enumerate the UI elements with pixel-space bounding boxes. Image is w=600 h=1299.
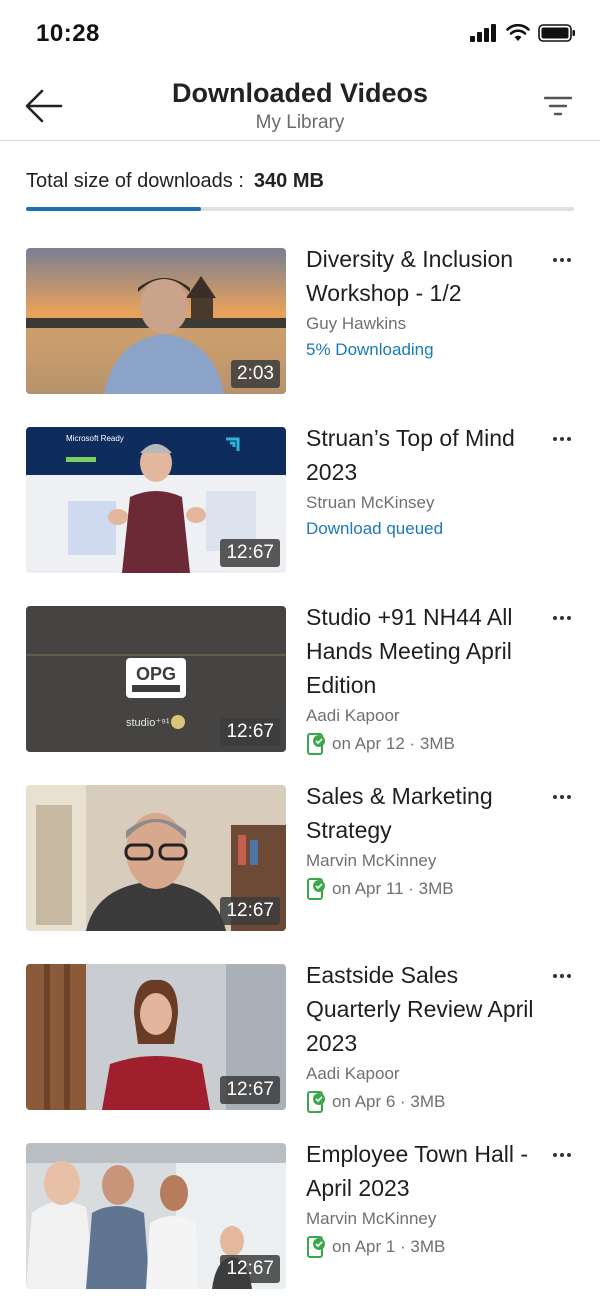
downloaded-device-icon <box>307 878 325 900</box>
download-status: on Apr 1 · 3MB <box>306 1235 546 1259</box>
video-thumbnail[interactable]: 12:67 <box>26 785 286 931</box>
video-duration: 12:67 <box>220 1255 280 1283</box>
thumbnail-studio-text: studio⁺⁹¹ <box>126 717 170 729</box>
more-options-button[interactable] <box>550 248 574 272</box>
video-thumbnail[interactable]: 2:03 <box>26 248 286 394</box>
more-icon <box>552 616 573 620</box>
wifi-icon <box>506 24 530 41</box>
download-status-text: on Apr 12 · 3MB <box>332 734 455 753</box>
video-item[interactable]: 12:67 Employee Town Hall - April 2023 Ma… <box>26 1141 574 1293</box>
video-thumbnail[interactable]: 12:67 <box>26 1143 286 1289</box>
video-duration: 12:67 <box>220 897 280 925</box>
video-duration: 12:67 <box>220 539 280 567</box>
video-duration: 2:03 <box>231 360 280 388</box>
filter-button[interactable] <box>540 88 576 124</box>
video-item[interactable]: 2:03 Diversity & Inclusion Workshop - 1/… <box>26 246 574 398</box>
video-duration: 12:67 <box>220 718 280 746</box>
more-icon <box>552 1153 573 1157</box>
video-author: Marvin McKinney <box>306 851 437 870</box>
video-thumbnail[interactable]: 12:67 <box>26 964 286 1110</box>
video-title[interactable]: Struan’s Top of Mind 2023 <box>306 421 546 489</box>
video-author: Aadi Kapoor <box>306 706 400 725</box>
video-author: Guy Hawkins <box>306 314 407 333</box>
download-status: 5% Downloading <box>306 340 546 360</box>
download-status: Download queued <box>306 519 546 539</box>
video-item[interactable]: 12:67 Eastside Sales Quarterly Review Ap… <box>26 962 574 1114</box>
video-author: Struan McKinsey <box>306 493 435 512</box>
filter-icon <box>544 96 572 116</box>
more-icon <box>552 437 573 441</box>
thumbnail-brand-text: Microsoft Ready <box>66 434 124 443</box>
battery-icon <box>538 24 575 42</box>
thumbnail-logo-text: OPG <box>136 664 176 684</box>
signal-icon <box>470 24 496 42</box>
video-title[interactable]: Diversity & Inclusion Workshop - 1/2 <box>306 242 546 310</box>
download-status: on Apr 11 · 3MB <box>306 877 546 901</box>
more-icon <box>552 974 573 978</box>
status-bar: 10:28 <box>0 0 600 66</box>
video-thumbnail[interactable]: OPG studio⁺⁹¹ 12:67 <box>26 606 286 752</box>
video-author: Marvin McKinney <box>306 1209 437 1228</box>
storage-summary: Total size of downloads : 340 MB <box>26 170 324 193</box>
video-title[interactable]: Employee Town Hall - April 2023 <box>306 1137 546 1205</box>
status-time: 10:28 <box>36 20 100 47</box>
downloaded-device-icon <box>307 1091 325 1113</box>
video-item[interactable]: OPG studio⁺⁹¹ 12:67 Studio +91 NH44 All … <box>26 604 574 756</box>
download-status-text: on Apr 1 · 3MB <box>332 1237 446 1256</box>
storage-value: 340 MB <box>253 170 324 192</box>
storage-label: Total size of downloads : <box>26 170 244 192</box>
download-status-text: 5% Downloading <box>306 340 434 359</box>
download-status: on Apr 6 · 3MB <box>306 1090 546 1114</box>
more-options-button[interactable] <box>550 964 574 988</box>
page-title: Downloaded Videos <box>171 78 429 108</box>
video-title[interactable]: Eastside Sales Quarterly Review April 20… <box>306 958 546 1060</box>
video-duration: 12:67 <box>220 1076 280 1104</box>
more-options-button[interactable] <box>550 1143 574 1167</box>
download-status: on Apr 12 · 3MB <box>306 732 546 756</box>
video-author: Aadi Kapoor <box>306 1064 400 1083</box>
download-status-text: Download queued <box>306 519 444 538</box>
download-status-text: on Apr 6 · 3MB <box>332 1092 446 1111</box>
video-thumbnail[interactable]: Microsoft Ready 12:67 <box>26 427 286 573</box>
page-subtitle: My Library <box>255 112 345 133</box>
storage-progress-fill <box>26 207 202 211</box>
status-icons <box>470 24 576 42</box>
downloaded-device-icon <box>307 733 325 755</box>
video-title[interactable]: Studio +91 NH44 All Hands Meeting April … <box>306 600 546 702</box>
header: Downloaded Videos My Library <box>0 66 600 141</box>
more-options-button[interactable] <box>550 427 574 451</box>
downloaded-device-icon <box>307 1236 325 1258</box>
more-options-button[interactable] <box>550 606 574 630</box>
storage-progress-bar <box>26 207 574 211</box>
video-title[interactable]: Sales & Marketing Strategy <box>306 779 546 847</box>
video-item[interactable]: 12:67 Sales & Marketing Strategy Marvin … <box>26 783 574 935</box>
more-options-button[interactable] <box>550 785 574 809</box>
more-icon <box>552 258 573 262</box>
more-icon <box>552 795 573 799</box>
video-item[interactable]: Microsoft Ready 12:67 Struan’s Top of Mi… <box>26 425 574 577</box>
download-status-text: on Apr 11 · 3MB <box>332 879 454 898</box>
